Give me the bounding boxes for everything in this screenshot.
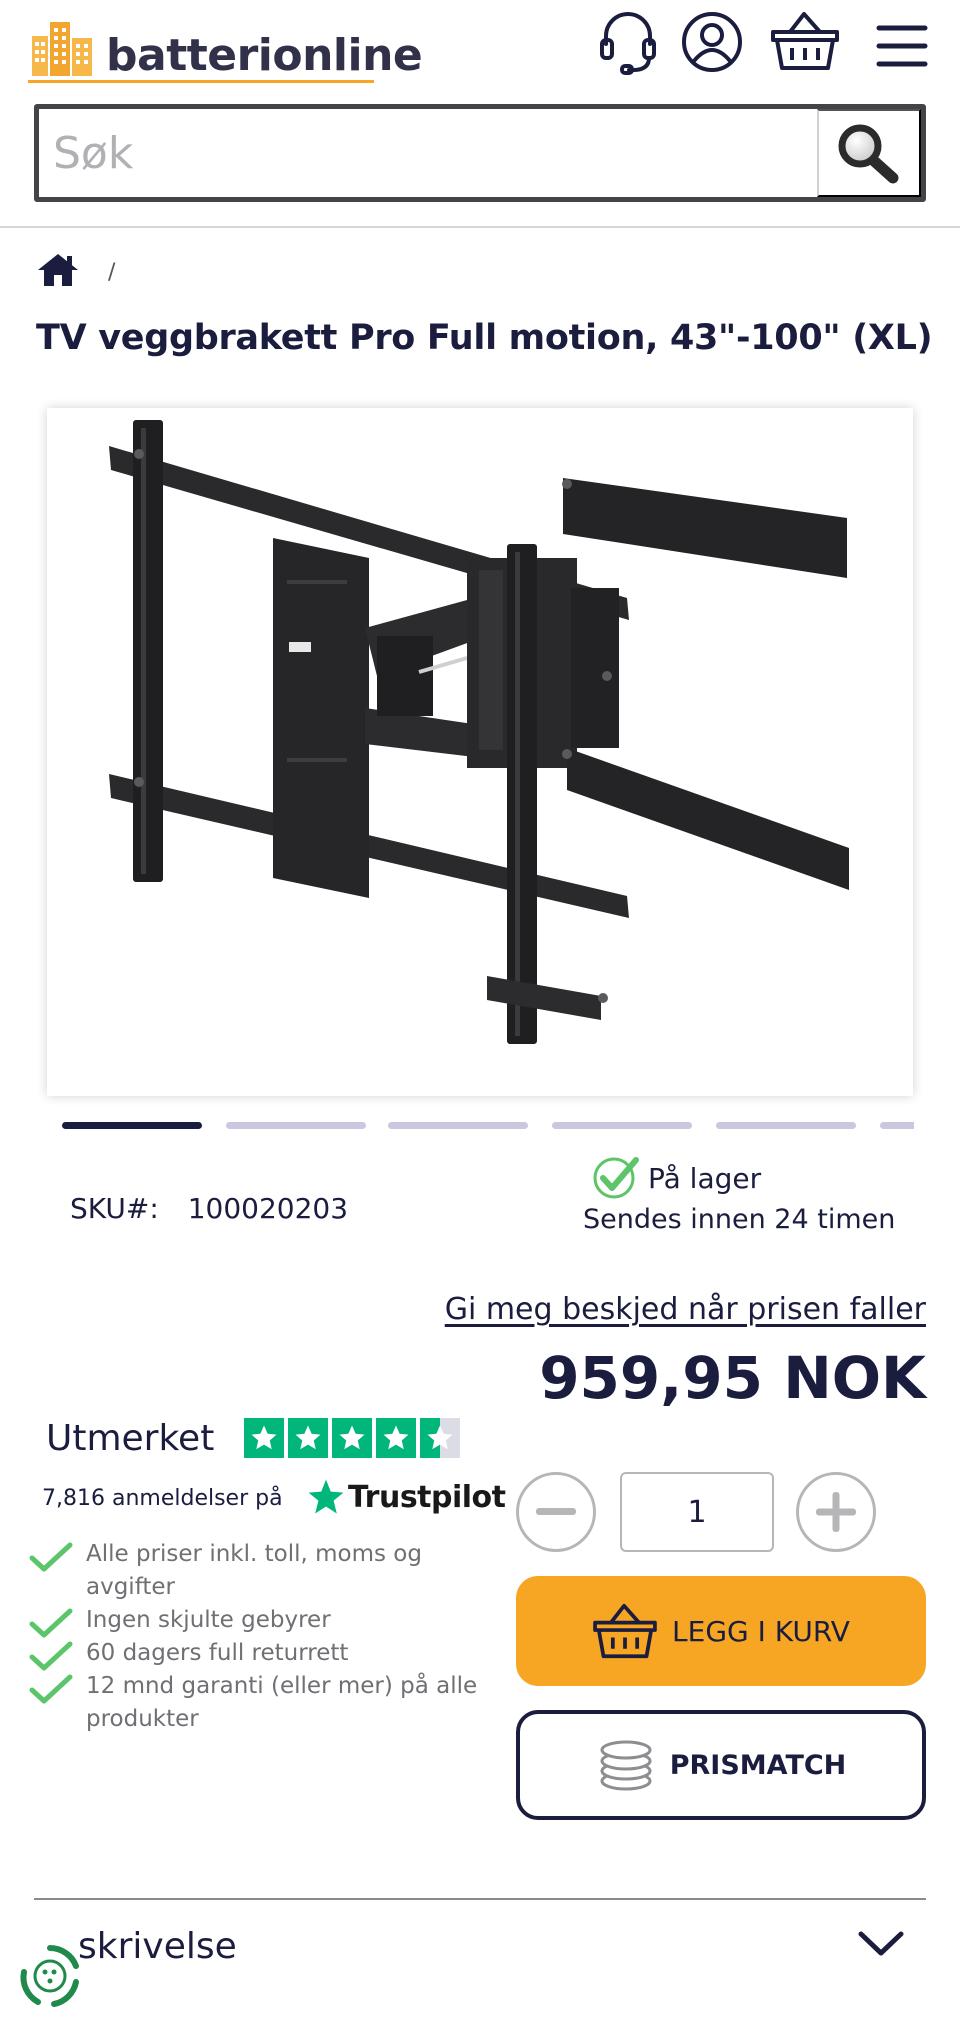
stock-status-text: På lager bbox=[648, 1162, 762, 1195]
in-stock-check-icon bbox=[592, 1154, 642, 1204]
trustpilot-brand-text: Trustpilot bbox=[348, 1479, 506, 1515]
image-carousel-indicators bbox=[62, 1122, 914, 1130]
shipping-info: Sendes innen 24 timen bbox=[583, 1204, 896, 1235]
star-icon bbox=[244, 1418, 284, 1458]
tv-wall-bracket-photo bbox=[109, 420, 849, 1044]
trustpilot-review-count: 7,816 anmeldelser på bbox=[42, 1486, 283, 1511]
home-icon[interactable] bbox=[36, 252, 80, 292]
search-input[interactable] bbox=[39, 109, 819, 197]
add-to-cart-label: LEGG I KURV bbox=[672, 1614, 850, 1648]
logo-buildings-icon bbox=[32, 22, 92, 76]
trustpilot-star-icon bbox=[308, 1479, 344, 1514]
price-match-button[interactable]: PRISMATCH bbox=[516, 1710, 926, 1820]
quantity-input[interactable] bbox=[620, 1472, 774, 1552]
usp-text: Ingen skjulte gebyrer bbox=[86, 1607, 331, 1633]
add-to-cart-button[interactable]: LEGG I KURV bbox=[516, 1576, 926, 1686]
hamburger-menu-icon[interactable] bbox=[876, 24, 928, 72]
star-icon bbox=[288, 1418, 328, 1458]
check-icon bbox=[29, 1542, 73, 1572]
price-alert-link[interactable]: Gi meg beskjed når prisen faller bbox=[445, 1292, 926, 1327]
sku-label: SKU#: bbox=[70, 1192, 159, 1225]
logo-underline bbox=[28, 80, 374, 83]
usp-text: Alle priser inkl. toll, moms og avgifter bbox=[86, 1541, 422, 1600]
product-title: TV veggbrakett Pro Full motion, 43"-100"… bbox=[36, 318, 933, 358]
site-header: batterionline bbox=[0, 0, 960, 228]
product-price: 959,95 NOK bbox=[539, 1344, 926, 1412]
eco-recycle-badge-icon[interactable] bbox=[16, 1942, 84, 2010]
description-title: skrivelse bbox=[78, 1926, 237, 1967]
product-image[interactable] bbox=[47, 408, 913, 1096]
carousel-dot-2[interactable] bbox=[226, 1122, 366, 1129]
description-accordion-header[interactable]: skrivelse bbox=[34, 1900, 926, 2000]
trustpilot-rating-text: Utmerket bbox=[46, 1418, 215, 1459]
minus-icon bbox=[536, 1508, 576, 1515]
star-icon bbox=[376, 1418, 416, 1458]
search-bar bbox=[34, 104, 926, 202]
magnifier-icon bbox=[838, 124, 899, 183]
coin-stack-icon bbox=[600, 1740, 652, 1791]
site-logo[interactable]: batterionline bbox=[28, 18, 423, 84]
search-button[interactable] bbox=[817, 109, 921, 197]
quantity-decrease-button[interactable] bbox=[516, 1472, 596, 1552]
check-icon bbox=[29, 1674, 73, 1704]
half-star-icon bbox=[420, 1418, 460, 1458]
star-icon bbox=[332, 1418, 372, 1458]
price-match-label: PRISMATCH bbox=[669, 1749, 847, 1781]
carousel-dot-4[interactable] bbox=[552, 1122, 692, 1129]
shopping-basket-icon[interactable] bbox=[770, 10, 840, 76]
trustpilot-logo[interactable]: Trustpilot bbox=[306, 1478, 506, 1516]
carousel-dot-3[interactable] bbox=[388, 1122, 528, 1129]
customer-support-headset-icon[interactable] bbox=[598, 10, 658, 80]
logo-text: batterionline bbox=[106, 30, 423, 81]
check-icon bbox=[29, 1641, 73, 1671]
product-sku: SKU#: 100020203 bbox=[70, 1192, 348, 1225]
sku-value: 100020203 bbox=[187, 1192, 349, 1225]
carousel-dot-5[interactable] bbox=[716, 1122, 856, 1129]
usp-item: Alle priser inkl. toll, moms og avgifter bbox=[28, 1538, 498, 1604]
breadcrumb: / bbox=[36, 252, 115, 292]
usp-list: Alle priser inkl. toll, moms og avgifter… bbox=[28, 1538, 498, 1736]
breadcrumb-separator: / bbox=[108, 259, 116, 285]
plus-icon bbox=[816, 1492, 856, 1532]
trustpilot-stars bbox=[244, 1418, 460, 1458]
quantity-increase-button[interactable] bbox=[796, 1472, 876, 1552]
check-icon bbox=[29, 1608, 73, 1638]
carousel-dot-1[interactable] bbox=[62, 1122, 202, 1129]
shopping-basket-icon bbox=[593, 1603, 657, 1659]
usp-item: 12 mnd garanti (eller mer) på alle produ… bbox=[28, 1670, 498, 1736]
usp-item: Ingen skjulte gebyrer bbox=[28, 1604, 498, 1638]
stock-status: På lager Sendes innen 24 timen bbox=[580, 1154, 895, 1235]
usp-item: 60 dagers full returrett bbox=[28, 1637, 498, 1671]
user-account-icon[interactable] bbox=[680, 10, 744, 78]
usp-text: 60 dagers full returrett bbox=[86, 1640, 349, 1666]
usp-text: 12 mnd garanti (eller mer) på alle produ… bbox=[86, 1673, 478, 1732]
carousel-dot-6[interactable] bbox=[880, 1122, 914, 1129]
chevron-down-icon[interactable] bbox=[858, 1930, 904, 1962]
